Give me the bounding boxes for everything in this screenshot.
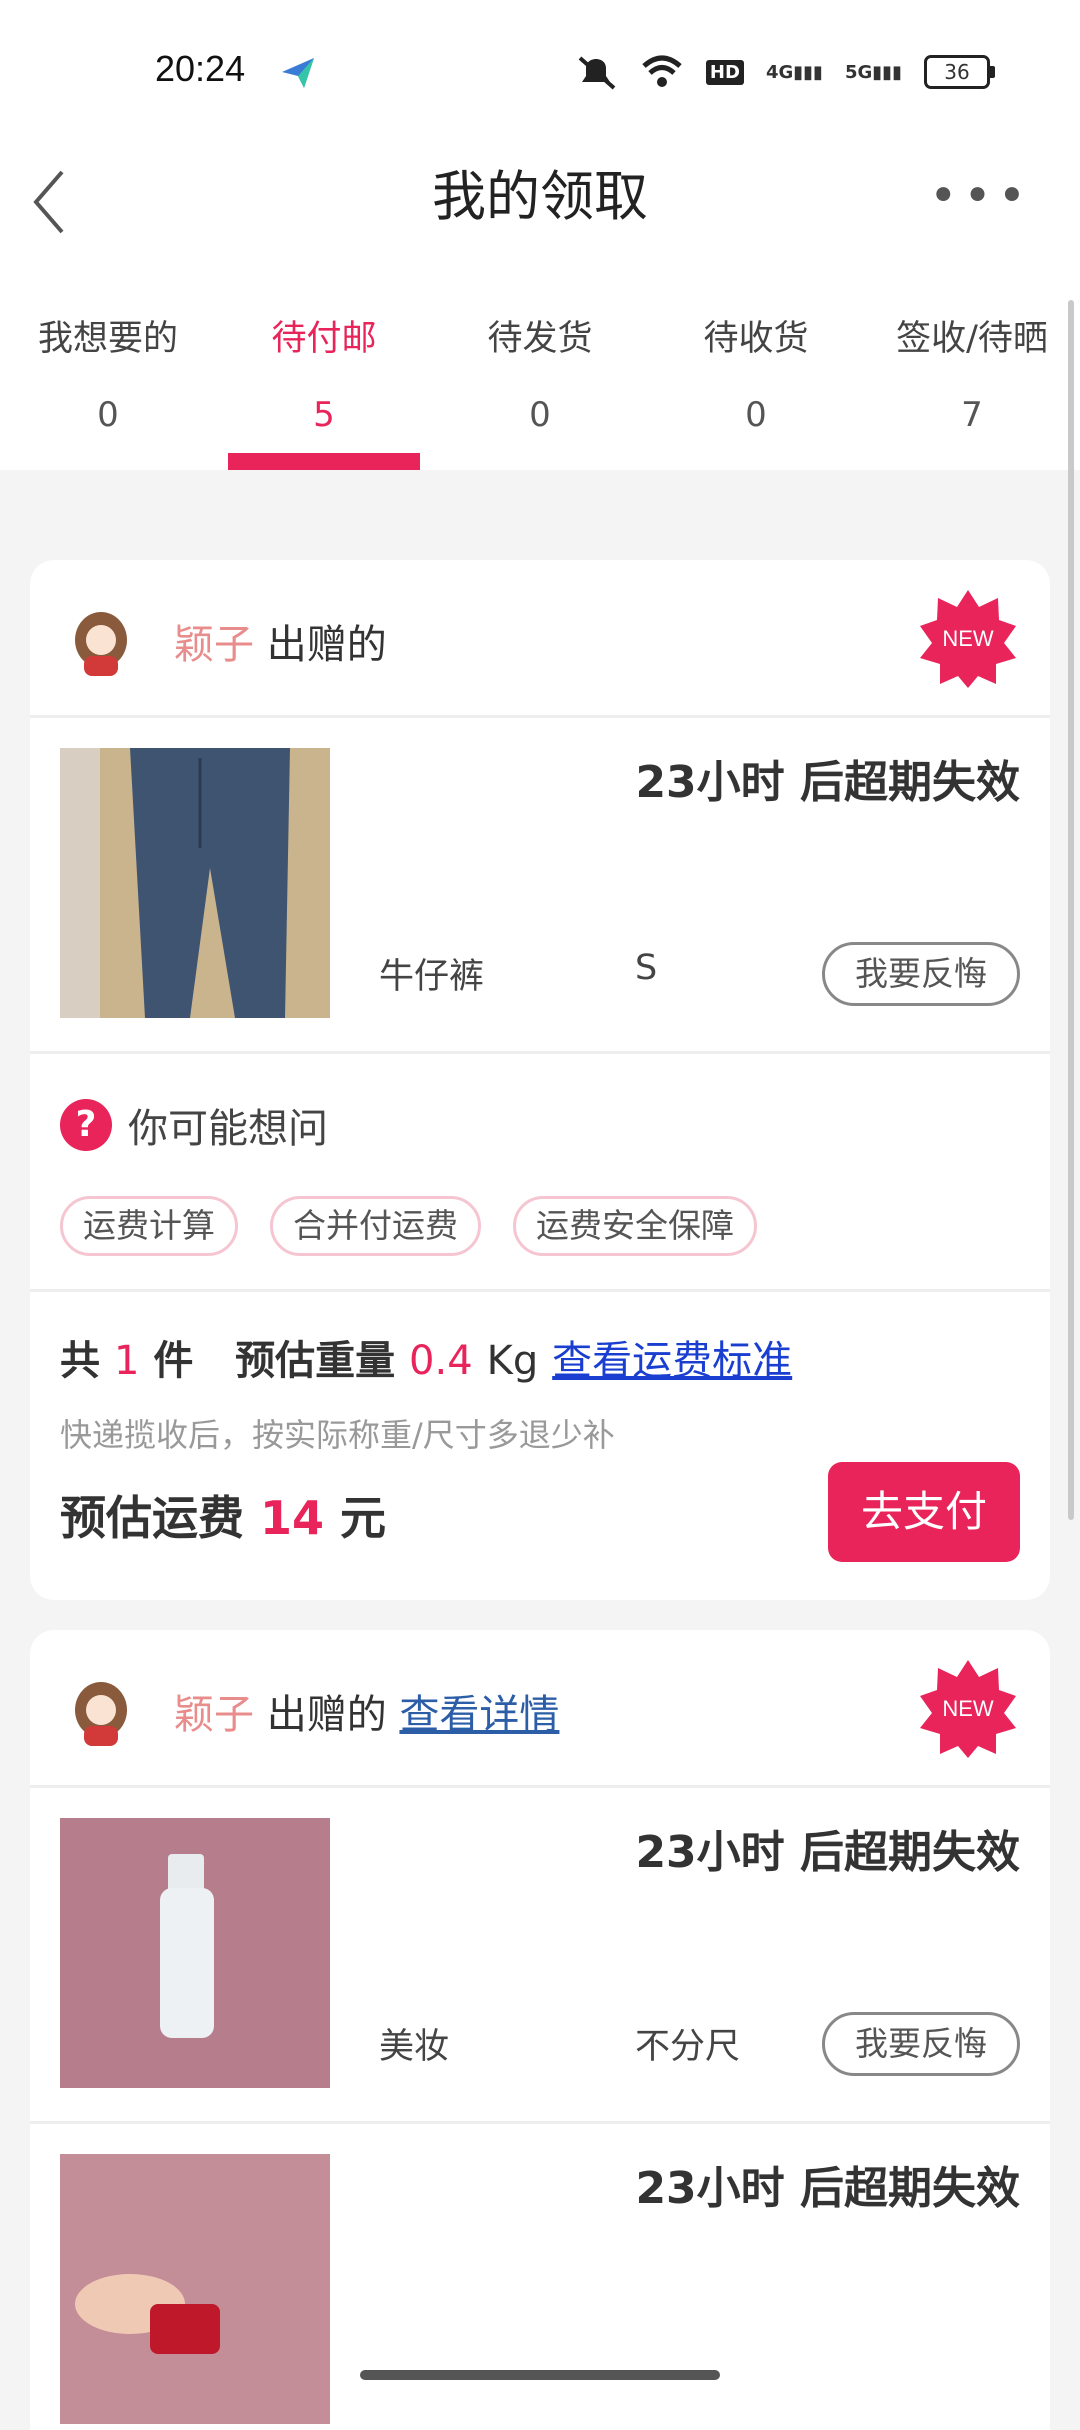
item-size: S bbox=[635, 948, 658, 988]
expire-text: 23小时 后超期失效 bbox=[635, 757, 1020, 808]
home-indicator[interactable] bbox=[360, 2370, 720, 2380]
scrollbar[interactable] bbox=[1068, 300, 1074, 1520]
tab-count: 0 bbox=[97, 395, 119, 435]
expire-text: 23小时 后超期失效 bbox=[635, 1827, 1020, 1878]
tab-pending-receipt[interactable]: 待收货 0 bbox=[648, 280, 864, 470]
signal-5g-icon: 5G▮▮▮ bbox=[844, 61, 902, 83]
card-header: 颖子 出赠的 查看详情 NEW bbox=[30, 1630, 1050, 1788]
gift-item[interactable]: 23小时 后超期失效 美妆 不分尺 我要反悔 bbox=[30, 1788, 1050, 2124]
faq-title: ? 你可能想问 bbox=[60, 1096, 328, 1154]
hd-icon: HD bbox=[705, 59, 744, 85]
giver-name[interactable]: 颖子 bbox=[174, 1692, 254, 1738]
avatar[interactable] bbox=[70, 1680, 132, 1746]
pay-button[interactable]: 去支付 bbox=[828, 1462, 1020, 1562]
weight-note: 快递揽收后，按实际称重/尺寸多退少补 bbox=[60, 1416, 615, 1454]
svg-text:NEW: NEW bbox=[942, 626, 994, 651]
tab-count: 5 bbox=[313, 395, 335, 435]
tab-count: 0 bbox=[529, 395, 551, 435]
product-thumbnail[interactable] bbox=[60, 1818, 330, 2088]
item-size: 不分尺 bbox=[635, 2027, 741, 2067]
battery-icon: 36 bbox=[924, 55, 995, 89]
status-bar: 20:24 HD 4G▮▮▮ 5G▮▮▮ 36 bbox=[0, 0, 1080, 130]
giver-suffix: 出赠的 bbox=[266, 622, 387, 668]
tab-label: 待收货 bbox=[703, 319, 809, 359]
payment-summary: 共 1 件 预估重量 0.4 Kg 查看运费标准 快递揽收后，按实际称重/尺寸多… bbox=[30, 1292, 1050, 1592]
faq-chips: 运费计算 合并付运费 运费安全保障 bbox=[60, 1196, 757, 1256]
gift-item[interactable]: 23小时 后超期失效 bbox=[30, 2124, 1050, 2430]
tab-pending-postage[interactable]: 待付邮 5 bbox=[216, 280, 432, 470]
tab-count: 7 bbox=[961, 395, 983, 435]
chip-merge-postage[interactable]: 合并付运费 bbox=[270, 1196, 481, 1256]
giver-line: 颖子 出赠的 bbox=[174, 612, 387, 670]
chip-shipping-calc[interactable]: 运费计算 bbox=[60, 1196, 238, 1256]
mute-icon bbox=[578, 56, 616, 90]
chip-shipping-guarantee[interactable]: 运费安全保障 bbox=[513, 1196, 757, 1256]
item-category: 牛仔裤 bbox=[379, 957, 485, 997]
tab-label: 我想要的 bbox=[37, 319, 178, 359]
status-tabs: 我想要的 0 待付邮 5 待发货 0 待收货 0 签收/待晒 7 bbox=[0, 280, 1080, 470]
new-badge: NEW bbox=[920, 590, 1016, 688]
card-header: 颖子 出赠的 NEW bbox=[30, 560, 1050, 718]
page-title: 我的领取 bbox=[432, 165, 648, 228]
signal-4g-icon: 4G▮▮▮ bbox=[765, 61, 823, 83]
tab-label: 待发货 bbox=[487, 319, 593, 359]
shipping-standard-link[interactable]: 查看运费标准 bbox=[552, 1338, 792, 1384]
wifi-icon bbox=[642, 55, 682, 87]
item-category: 美妆 bbox=[379, 2027, 450, 2067]
app-notification-icon bbox=[282, 58, 314, 88]
product-thumbnail[interactable] bbox=[60, 748, 330, 1018]
gift-item[interactable]: 23小时 后超期失效 牛仔裤 S 我要反悔 bbox=[30, 718, 1050, 1054]
tab-want[interactable]: 我想要的 0 bbox=[0, 280, 216, 470]
giver-name[interactable]: 颖子 bbox=[174, 622, 254, 668]
view-details-link[interactable]: 查看详情 bbox=[399, 1692, 559, 1738]
giver-suffix: 出赠的 bbox=[266, 1692, 387, 1738]
expire-text: 23小时 后超期失效 bbox=[635, 2163, 1020, 2214]
faq-label: 你可能想问 bbox=[128, 1106, 328, 1152]
tab-count: 0 bbox=[745, 395, 767, 435]
question-icon: ? bbox=[60, 1099, 112, 1151]
gift-card: 颖子 出赠的 查看详情 NEW 23小时 后超期失效 美妆 不分尺 我要反悔 2… bbox=[30, 1630, 1050, 2430]
tab-received[interactable]: 签收/待晒 7 bbox=[864, 280, 1080, 470]
avatar[interactable] bbox=[70, 610, 132, 676]
faq-section: ? 你可能想问 运费计算 合并付运费 运费安全保障 bbox=[30, 1054, 1050, 1292]
giver-line: 颖子 出赠的 查看详情 bbox=[174, 1682, 559, 1740]
new-badge: NEW bbox=[920, 1660, 1016, 1758]
more-options-icon[interactable]: ••• bbox=[929, 168, 1032, 224]
gift-card: 颖子 出赠的 NEW 23小时 后超期失效 牛仔裤 S 我要反悔 ? 你可能想问 … bbox=[30, 560, 1050, 1600]
tab-label: 待付邮 bbox=[271, 319, 377, 359]
clock: 20:24 bbox=[155, 48, 246, 89]
estimated-fee: 预估运费 14 元 bbox=[60, 1491, 387, 1545]
regret-button[interactable]: 我要反悔 bbox=[822, 2012, 1020, 2076]
tab-label: 签收/待晒 bbox=[896, 319, 1048, 359]
tab-pending-shipment[interactable]: 待发货 0 bbox=[432, 280, 648, 470]
status-icons: HD 4G▮▮▮ 5G▮▮▮ 36 bbox=[574, 52, 995, 92]
svg-text:NEW: NEW bbox=[942, 1696, 994, 1721]
count-weight-line: 共 1 件 预估重量 0.4 Kg 查看运费标准 bbox=[60, 1338, 793, 1384]
nav-header: 我的领取 ••• bbox=[0, 130, 1080, 280]
product-thumbnail[interactable] bbox=[60, 2154, 330, 2424]
regret-button[interactable]: 我要反悔 bbox=[822, 942, 1020, 1006]
